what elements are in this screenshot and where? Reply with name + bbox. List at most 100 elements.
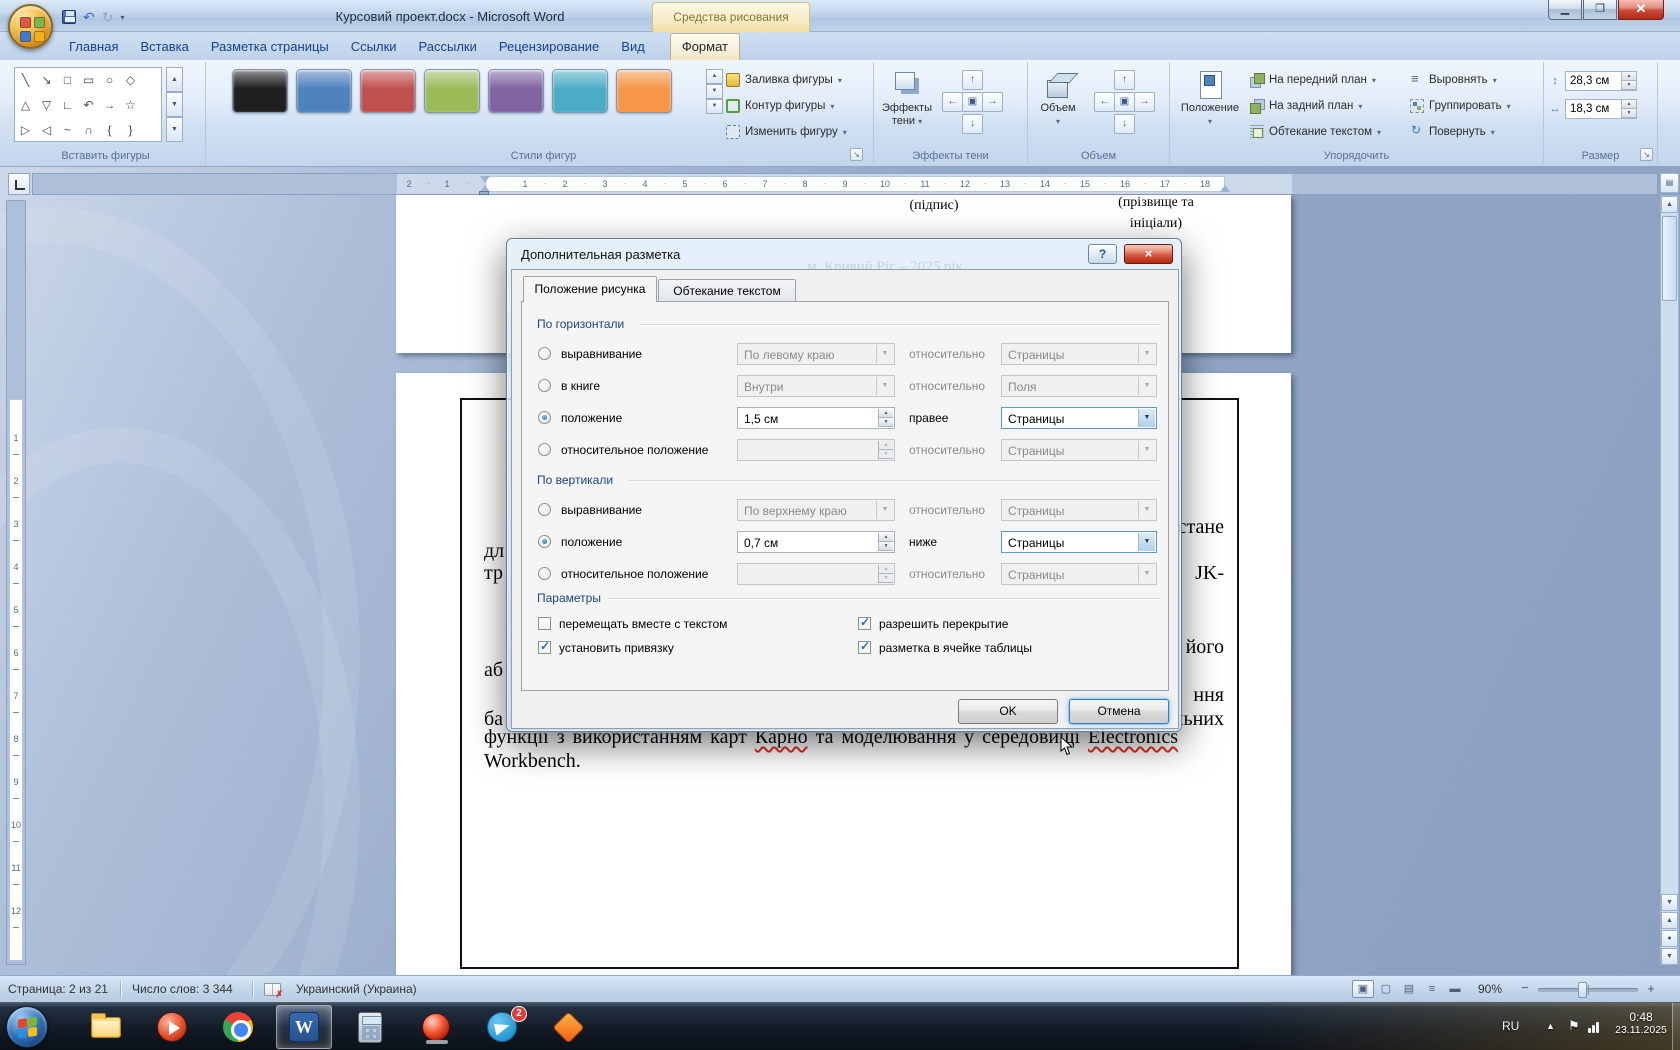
- shape-style-swatch-7[interactable]: [616, 69, 672, 113]
- position-button[interactable]: Положение ▾: [1178, 64, 1242, 128]
- 3d-tilt-right-button[interactable]: →: [1134, 92, 1155, 112]
- option-layout-in-table-cell-checkbox[interactable]: [858, 639, 871, 654]
- gallery-scroll-up-icon[interactable]: ▲: [166, 67, 183, 92]
- width-spin-down[interactable]: ▼: [1621, 109, 1636, 118]
- word-taskbar-button[interactable]: W: [276, 1005, 332, 1049]
- scroll-up-icon[interactable]: ▲: [1661, 196, 1678, 213]
- shape-triangle[interactable]: △: [15, 93, 36, 118]
- ribbon-tab-format[interactable]: Формат: [669, 33, 740, 60]
- horizontal-position-spin-up[interactable]: ▲: [878, 409, 893, 418]
- shape-triangle-right[interactable]: ▷: [15, 118, 36, 141]
- style-scroll-up-icon[interactable]: ▲: [706, 69, 723, 84]
- outline-view-button[interactable]: ≡: [1421, 980, 1443, 998]
- 3d-effects-button[interactable]: Объем ▾: [1030, 64, 1086, 128]
- shape-rounded-rectangle[interactable]: ▭: [78, 68, 99, 93]
- shape-height-field[interactable]: 28,3 см ▲ ▼: [1565, 71, 1637, 91]
- 3d-tilt-toggle-button[interactable]: ▣: [1114, 92, 1135, 112]
- horizontal-relative-position-radio[interactable]: [538, 443, 551, 456]
- shape-right-arrow[interactable]: →: [99, 93, 120, 118]
- horizontal-position-relative-dropdown-arrow[interactable]: ▼: [1138, 409, 1155, 427]
- page-indicator[interactable]: Страница: 2 из 21: [8, 976, 108, 1002]
- 3d-tilt-down-button[interactable]: ↓: [1114, 114, 1135, 134]
- shape-curve[interactable]: ~: [57, 118, 78, 141]
- 3d-tilt-left-button[interactable]: ←: [1094, 92, 1115, 112]
- shape-outline-button[interactable]: Контур фигуры ▾: [726, 94, 834, 118]
- red-sphere-app-taskbar-button[interactable]: [408, 1005, 464, 1049]
- ribbon-tab-references[interactable]: Ссылки: [340, 34, 408, 60]
- arrange-col1-2-button[interactable]: На задний план ▾: [1250, 94, 1362, 118]
- start-button[interactable]: [6, 1006, 48, 1048]
- network-icon[interactable]: [1588, 1020, 1600, 1038]
- vertical-scrollbar[interactable]: ▲ ▼ ▲ ● ▼: [1660, 195, 1679, 965]
- explorer-taskbar-button[interactable]: [78, 1005, 134, 1049]
- shadow-nudge-right-button[interactable]: →: [982, 92, 1003, 112]
- draft-view-button[interactable]: ▬: [1444, 980, 1466, 998]
- show-hidden-icons[interactable]: ▲: [1546, 1021, 1555, 1031]
- shape-right-brace[interactable]: }: [120, 118, 141, 141]
- minimize-button[interactable]: ▁: [1548, 0, 1582, 20]
- word-count[interactable]: Число слов: 3 344: [132, 976, 233, 1002]
- ribbon-tab-review[interactable]: Рецензирование: [488, 34, 610, 60]
- option-allow-overlap-checkbox[interactable]: [858, 615, 871, 630]
- qat-customize-icon[interactable]: ▾: [120, 13, 124, 22]
- full-screen-reading-view-button[interactable]: ▢: [1375, 980, 1397, 998]
- arrange-col2-1-button[interactable]: Выровнять ▾: [1410, 68, 1497, 92]
- vertical-relative-position-radio[interactable]: [538, 567, 551, 580]
- dialog-close-button[interactable]: ×: [1124, 244, 1173, 264]
- shape-oval[interactable]: ○: [99, 68, 120, 93]
- vertical-position-radio[interactable]: [538, 535, 551, 548]
- shape-diamond[interactable]: ◇: [120, 68, 141, 93]
- ok-button[interactable]: OK: [958, 699, 1058, 724]
- telegram-taskbar-button[interactable]: 2: [474, 1005, 530, 1049]
- shape-style-swatch-2[interactable]: [296, 69, 352, 113]
- vertical-align-radio[interactable]: [538, 503, 551, 516]
- shape-style-swatch-6[interactable]: [552, 69, 608, 113]
- action-center-flag-icon[interactable]: ⚑: [1568, 1018, 1580, 1034]
- select-browse-object-icon[interactable]: ●: [1661, 930, 1678, 947]
- arrange-col1-3-button[interactable]: Обтекание текстом ▾: [1250, 120, 1381, 144]
- previous-page-icon[interactable]: ▲: [1661, 912, 1678, 929]
- style-more-icon[interactable]: ▼: [706, 99, 723, 114]
- shape-triangle-left[interactable]: ◁: [36, 118, 57, 141]
- web-layout-view-button[interactable]: ▤: [1398, 980, 1420, 998]
- language-indicator[interactable]: Украинский (Украина): [296, 976, 417, 1002]
- option-lock-anchor-checkbox[interactable]: [538, 639, 551, 654]
- shadow-nudge-left-button[interactable]: ←: [942, 92, 963, 112]
- ribbon-tab-home[interactable]: Главная: [58, 34, 129, 60]
- shape-style-swatch-3[interactable]: [360, 69, 416, 113]
- vertical-position-spin-down[interactable]: ▼: [878, 542, 893, 551]
- width-spin-up[interactable]: ▲: [1621, 100, 1636, 109]
- shape-star[interactable]: ☆: [120, 93, 141, 118]
- taskbar-clock[interactable]: 0:48 23.11.2025: [1608, 1010, 1674, 1036]
- shape-line[interactable]: ╲: [15, 68, 36, 93]
- shape-curved-arrow[interactable]: ↶: [78, 93, 99, 118]
- shape-triangle-down[interactable]: ▽: [36, 93, 57, 118]
- ruler-toggle-button[interactable]: ▤: [1660, 173, 1679, 193]
- language-switcher[interactable]: RU: [1502, 1019, 1519, 1033]
- tab-text-wrapping[interactable]: Обтекание текстом: [658, 279, 796, 302]
- tab-picture-position[interactable]: Положение рисунка: [523, 276, 657, 302]
- first-line-indent-marker[interactable]: [480, 176, 490, 183]
- horizontal-position-radio[interactable]: [538, 411, 551, 424]
- undo-icon[interactable]: ↶: [83, 8, 95, 26]
- ribbon-tab-mailings[interactable]: Рассылки: [408, 34, 488, 60]
- ribbon-tab-page-layout[interactable]: Разметка страницы: [200, 34, 340, 60]
- redo-icon[interactable]: ↻: [102, 8, 114, 26]
- gallery-more-icon[interactable]: ▼: [166, 117, 183, 142]
- scroll-down-icon[interactable]: ▼: [1661, 894, 1678, 911]
- shape-style-swatch-5[interactable]: [488, 69, 544, 113]
- horizontal-book-radio[interactable]: [538, 379, 551, 392]
- zoom-out-button[interactable]: −: [1518, 981, 1532, 996]
- shape-fill-button[interactable]: Заливка фигуры ▾: [726, 68, 842, 92]
- right-indent-marker[interactable]: [1220, 185, 1230, 192]
- horizontal-position-relative-combo[interactable]: Страницы ▼: [1001, 407, 1157, 429]
- arrange-col1-1-button[interactable]: На передний план ▾: [1250, 68, 1376, 92]
- shadow-nudge-toggle-button[interactable]: ▣: [962, 92, 983, 112]
- ribbon-tab-view[interactable]: Вид: [610, 34, 656, 60]
- gallery-scroll-down-icon[interactable]: ▼: [166, 92, 183, 117]
- shape-width-field[interactable]: 18,3 см ▲ ▼: [1565, 99, 1637, 119]
- vertical-position-relative-combo[interactable]: Страницы ▼: [1001, 531, 1157, 553]
- vertical-position-relative-dropdown-arrow[interactable]: ▼: [1138, 533, 1155, 551]
- next-page-icon[interactable]: ▼: [1661, 948, 1678, 965]
- horizontal-position-spin-down[interactable]: ▼: [878, 418, 893, 427]
